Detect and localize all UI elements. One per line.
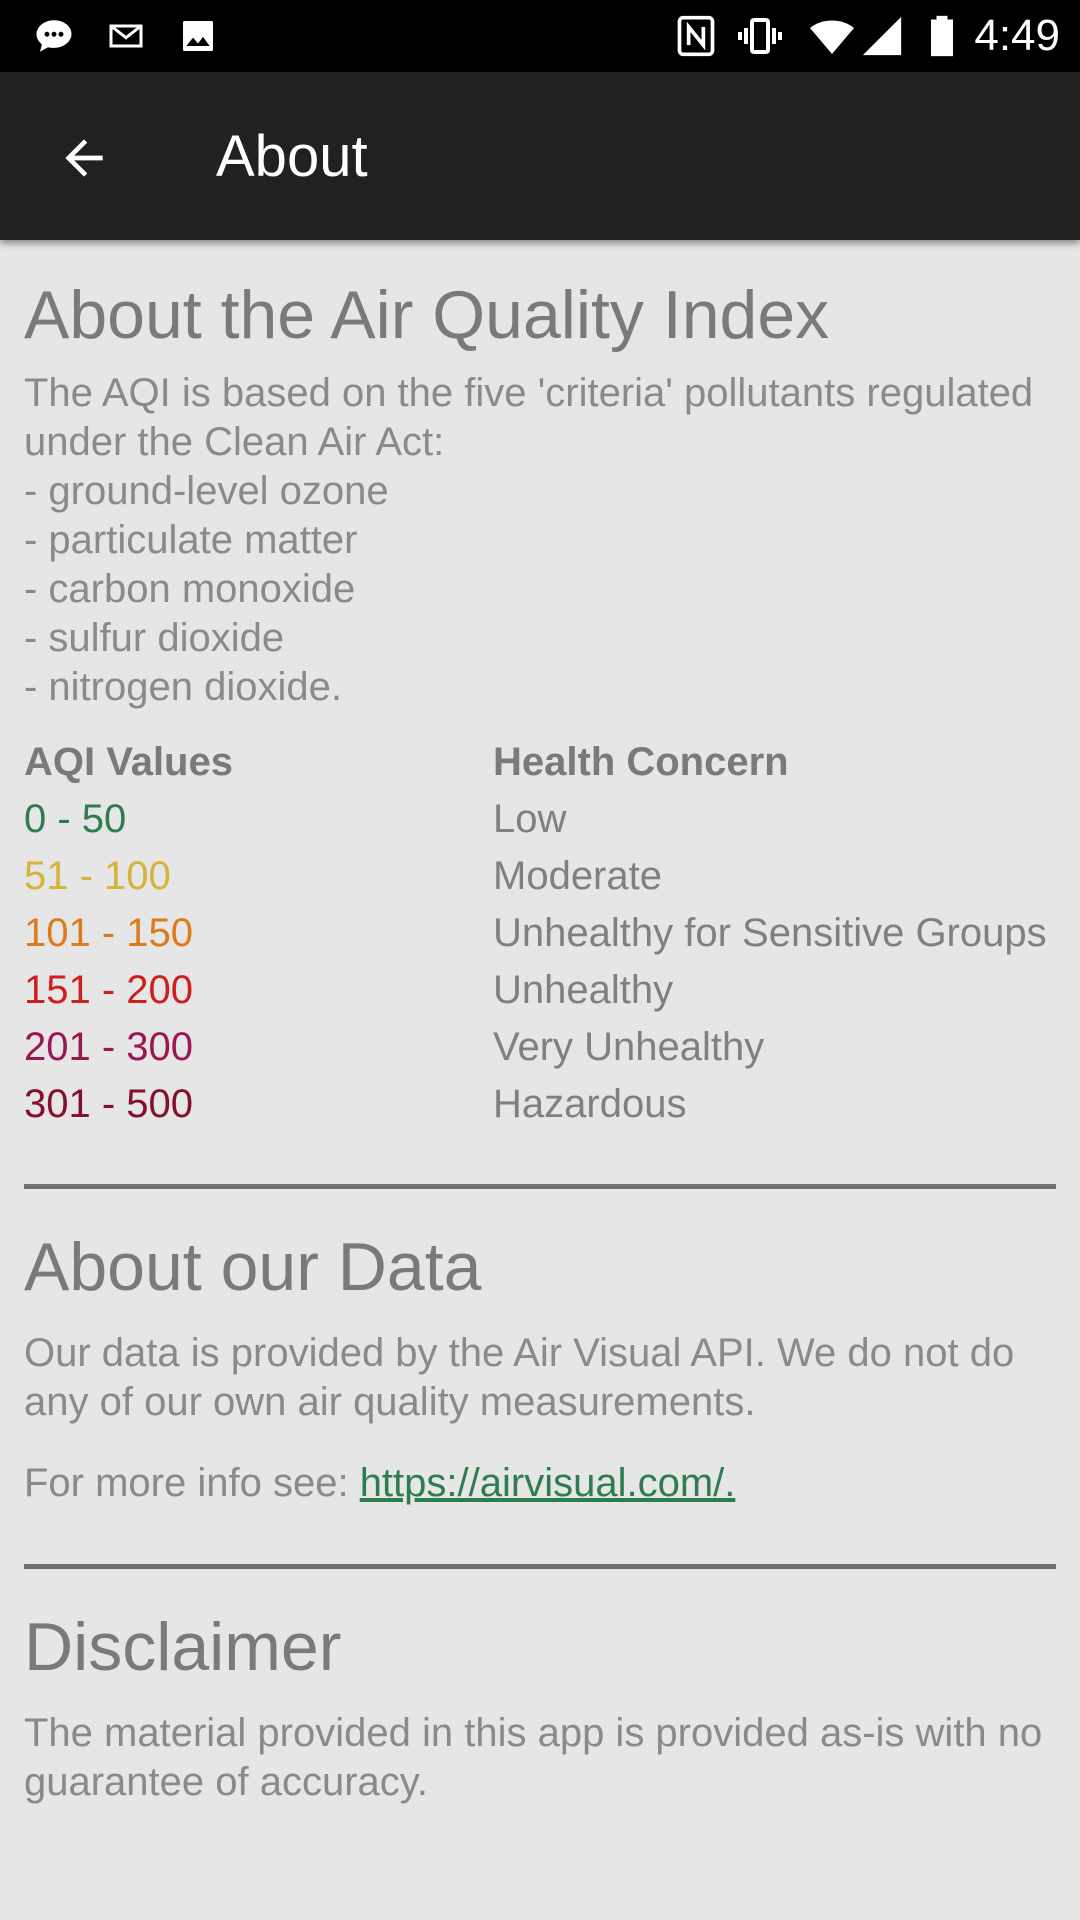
pollutant-item: - particulate matter <box>24 518 358 562</box>
disclaimer-section-title: Disclaimer <box>24 1609 342 1685</box>
health-concern: Very Unhealthy <box>493 1025 765 1069</box>
disclaimer-section: Disclaimer The material provided in this… <box>24 1607 1056 1807</box>
nfc-icon <box>672 12 720 60</box>
section-divider <box>24 1564 1056 1569</box>
health-concern: Unhealthy for Sensitive Groups <box>493 911 1047 955</box>
aqi-range: 51 - 100 <box>24 854 171 898</box>
mail-icon <box>102 12 150 60</box>
health-concern-header: Health Concern <box>493 740 789 784</box>
aqi-table-header: AQI Values Health Concern <box>24 734 1056 791</box>
aqi-values-header: AQI Values <box>24 740 233 784</box>
aqi-section-title: About the Air Quality Index <box>24 277 830 353</box>
pollutant-item: - ground-level ozone <box>24 469 389 513</box>
page-title: About <box>216 124 368 189</box>
more-info-label: For more info see: <box>24 1461 360 1505</box>
aqi-table-row: 0 - 50 Low <box>24 791 1056 848</box>
about-content[interactable]: About the Air Quality Index The AQI is b… <box>24 240 1056 1807</box>
status-bar: 4:49 <box>0 0 1080 72</box>
vibrate-icon <box>736 12 784 60</box>
aqi-table-row: 151 - 200 Unhealthy <box>24 962 1056 1019</box>
pollutant-item: - carbon monoxide <box>24 567 356 611</box>
aqi-table-row: 51 - 100 Moderate <box>24 848 1056 905</box>
battery-icon <box>918 12 966 60</box>
wifi-icon <box>808 12 856 60</box>
aqi-table: AQI Values Health Concern 0 - 50 Low 51 … <box>24 734 1056 1133</box>
aqi-table-row: 201 - 300 Very Unhealthy <box>24 1019 1056 1076</box>
section-divider <box>24 1184 1056 1189</box>
aqi-range: 101 - 150 <box>24 911 194 955</box>
chat-bubble-icon <box>30 12 78 60</box>
signal-icon <box>858 12 906 60</box>
aqi-section: About the Air Quality Index The AQI is b… <box>24 240 1056 1133</box>
back-button[interactable] <box>40 116 128 204</box>
image-icon <box>174 12 222 60</box>
aqi-intro: The AQI is based on the five 'criteria' … <box>24 369 1056 712</box>
aqi-table-row: 101 - 150 Unhealthy for Sensitive Groups <box>24 905 1056 962</box>
pollutant-item: - sulfur dioxide <box>24 616 285 660</box>
aqi-range: 301 - 500 <box>24 1082 194 1126</box>
arrow-left-icon <box>56 130 112 191</box>
aqi-range: 201 - 300 <box>24 1025 194 1069</box>
health-concern: Moderate <box>493 854 662 898</box>
aqi-range: 151 - 200 <box>24 968 194 1012</box>
health-concern: Low <box>493 797 567 841</box>
app-bar: About <box>0 72 1080 240</box>
data-section-body: Our data is provided by the Air Visual A… <box>24 1331 1015 1424</box>
disclaimer-body: The material provided in this app is pro… <box>24 1711 1043 1804</box>
data-section: About our Data Our data is provided by t… <box>24 1227 1056 1508</box>
aqi-range: 0 - 50 <box>24 797 127 841</box>
health-concern: Unhealthy <box>493 968 674 1012</box>
health-concern: Hazardous <box>493 1082 687 1126</box>
data-section-title: About our Data <box>24 1229 482 1305</box>
status-time: 4:49 <box>974 11 1060 60</box>
airvisual-link[interactable]: https://airvisual.com/. <box>360 1461 736 1505</box>
aqi-intro-text: The AQI is based on the five 'criteria' … <box>24 371 1034 464</box>
aqi-table-row: 301 - 500 Hazardous <box>24 1076 1056 1133</box>
pollutant-item: - nitrogen dioxide. <box>24 665 342 709</box>
more-info-line: For more info see: https://airvisual.com… <box>24 1459 1056 1508</box>
